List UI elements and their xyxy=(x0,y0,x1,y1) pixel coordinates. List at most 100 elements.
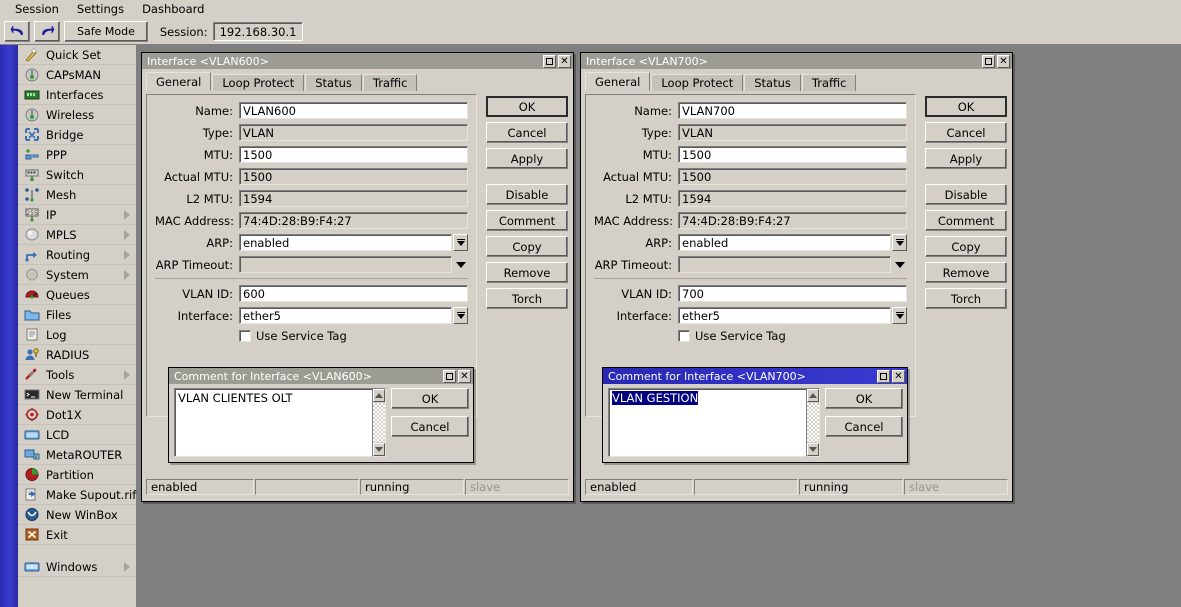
arp-timeout-dropdown-button[interactable] xyxy=(892,256,907,273)
close-button[interactable]: ✕ xyxy=(997,55,1010,68)
menu-item-dashboard[interactable]: Dashboard xyxy=(133,0,213,18)
interface-select[interactable]: ether5 xyxy=(678,307,891,324)
sidebar-item-tools[interactable]: Tools xyxy=(18,365,136,385)
maximize-button[interactable] xyxy=(543,55,556,68)
tab-general[interactable]: General xyxy=(585,72,650,91)
arp-select[interactable]: enabled xyxy=(678,234,891,251)
arp-timeout-input[interactable] xyxy=(678,256,891,273)
menu-item-session[interactable]: Session xyxy=(6,0,68,18)
sidebar-item-queues[interactable]: Queues xyxy=(18,285,136,305)
apply-button[interactable]: Apply xyxy=(486,148,568,169)
sidebar-item-new-terminal[interactable]: New Terminal xyxy=(18,385,136,405)
sidebar-item-exit[interactable]: Exit xyxy=(18,525,136,545)
remove-button[interactable]: Remove xyxy=(925,262,1007,283)
comment-textarea[interactable]: VLAN CLIENTES OLT xyxy=(174,388,374,457)
cancel-button[interactable]: Cancel xyxy=(925,122,1007,143)
sidebar-item-quick-set[interactable]: Quick Set xyxy=(18,45,136,65)
sidebar-item-bridge[interactable]: Bridge xyxy=(18,125,136,145)
scroll-down-button[interactable] xyxy=(373,443,385,456)
interface-window-vlan700[interactable]: Interface <VLAN700> ✕ General Loop Prote… xyxy=(580,52,1013,502)
window-titlebar[interactable]: Interface <VLAN600> ✕ xyxy=(142,53,573,69)
maximize-button[interactable] xyxy=(443,370,456,383)
comment-dialog-titlebar[interactable]: Comment for Interface <VLAN600> ✕ xyxy=(169,368,473,384)
comment-cancel-button[interactable]: Cancel xyxy=(825,416,903,437)
comment-dialog-vlan700[interactable]: Comment for Interface <VLAN700> ✕ VLAN G… xyxy=(602,367,908,463)
interface-dropdown-button[interactable] xyxy=(453,307,468,324)
torch-button[interactable]: Torch xyxy=(925,288,1007,309)
comment-dialog-vlan600[interactable]: Comment for Interface <VLAN600> ✕ VLAN C… xyxy=(168,367,474,463)
cancel-button[interactable]: Cancel xyxy=(486,122,568,143)
use-service-tag-row[interactable]: Use Service Tag xyxy=(155,329,468,343)
interface-select[interactable]: ether5 xyxy=(239,307,452,324)
comment-dialog-titlebar[interactable]: Comment for Interface <VLAN700> ✕ xyxy=(603,368,907,384)
comment-button[interactable]: Comment xyxy=(925,210,1007,231)
redo-button[interactable] xyxy=(34,21,60,42)
scrollbar-track[interactable] xyxy=(373,403,385,442)
sidebar-item-radius[interactable]: RADIUS xyxy=(18,345,136,365)
sidebar-item-ppp[interactable]: PPP xyxy=(18,145,136,165)
scrollbar-track[interactable] xyxy=(807,403,819,442)
use-service-tag-checkbox[interactable] xyxy=(678,330,690,342)
sidebar-item-switch[interactable]: Switch xyxy=(18,165,136,185)
arp-dropdown-button[interactable] xyxy=(453,234,468,251)
tab-traffic[interactable]: Traffic xyxy=(802,74,857,91)
sidebar-item-mpls[interactable]: MPLS xyxy=(18,225,136,245)
maximize-button[interactable] xyxy=(877,370,890,383)
sidebar-item-interfaces[interactable]: Interfaces xyxy=(18,85,136,105)
disable-button[interactable]: Disable xyxy=(486,184,568,205)
copy-button[interactable]: Copy xyxy=(486,236,568,257)
sidebar-item-files[interactable]: Files xyxy=(18,305,136,325)
tab-loop-protect[interactable]: Loop Protect xyxy=(651,74,743,91)
scroll-up-button[interactable] xyxy=(373,389,385,402)
sidebar-item-wireless[interactable]: Wireless xyxy=(18,105,136,125)
arp-select[interactable]: enabled xyxy=(239,234,452,251)
scroll-down-button[interactable] xyxy=(807,443,819,456)
sidebar-item-mesh[interactable]: Mesh xyxy=(18,185,136,205)
close-button[interactable]: ✕ xyxy=(458,370,471,383)
torch-button[interactable]: Torch xyxy=(486,288,568,309)
apply-button[interactable]: Apply xyxy=(925,148,1007,169)
sidebar-item-windows[interactable]: Windows xyxy=(18,557,136,577)
arp-timeout-input[interactable] xyxy=(239,256,452,273)
tab-general[interactable]: General xyxy=(146,72,211,91)
sidebar-item-lcd[interactable]: LCD xyxy=(18,425,136,445)
tab-status[interactable]: Status xyxy=(305,74,362,91)
sidebar-item-make-supout-rif[interactable]: Make Supout.rif xyxy=(18,485,136,505)
interface-dropdown-button[interactable] xyxy=(892,307,907,324)
close-button[interactable]: ✕ xyxy=(892,370,905,383)
name-input[interactable]: VLAN700 xyxy=(678,102,907,119)
vlan-id-input[interactable]: 600 xyxy=(239,285,468,302)
sidebar-item-metarouter[interactable]: MetaROUTER xyxy=(18,445,136,465)
sidebar-item-dot1x[interactable]: Dot1X xyxy=(18,405,136,425)
disable-button[interactable]: Disable xyxy=(925,184,1007,205)
name-input[interactable]: VLAN600 xyxy=(239,102,468,119)
tab-traffic[interactable]: Traffic xyxy=(363,74,418,91)
close-button[interactable]: ✕ xyxy=(558,55,571,68)
tab-loop-protect[interactable]: Loop Protect xyxy=(212,74,304,91)
maximize-button[interactable] xyxy=(982,55,995,68)
comment-scrollbar[interactable] xyxy=(806,388,820,457)
sidebar-item-routing[interactable]: Routing xyxy=(18,245,136,265)
arp-dropdown-button[interactable] xyxy=(892,234,907,251)
sidebar-item-capsman[interactable]: CAPsMAN xyxy=(18,65,136,85)
mtu-input[interactable]: 1500 xyxy=(239,146,468,163)
comment-scrollbar[interactable] xyxy=(372,388,386,457)
comment-textarea[interactable]: VLAN GESTION xyxy=(608,388,808,457)
ok-button[interactable]: OK xyxy=(925,96,1007,117)
mtu-input[interactable]: 1500 xyxy=(678,146,907,163)
comment-ok-button[interactable]: OK xyxy=(391,388,469,409)
remove-button[interactable]: Remove xyxy=(486,262,568,283)
comment-ok-button[interactable]: OK xyxy=(825,388,903,409)
comment-cancel-button[interactable]: Cancel xyxy=(391,416,469,437)
sidebar-item-system[interactable]: System xyxy=(18,265,136,285)
window-titlebar[interactable]: Interface <VLAN700> ✕ xyxy=(581,53,1012,69)
ok-button[interactable]: OK xyxy=(486,96,568,117)
scroll-up-button[interactable] xyxy=(807,389,819,402)
arp-timeout-dropdown-button[interactable] xyxy=(453,256,468,273)
sidebar-item-ip[interactable]: 255IP xyxy=(18,205,136,225)
safe-mode-button[interactable]: Safe Mode xyxy=(64,21,148,42)
interface-window-vlan600[interactable]: Interface <VLAN600> ✕ General Loop Prote… xyxy=(141,52,574,502)
sidebar-item-new-winbox[interactable]: New WinBox xyxy=(18,505,136,525)
use-service-tag-checkbox[interactable] xyxy=(239,330,251,342)
undo-button[interactable] xyxy=(4,21,30,42)
